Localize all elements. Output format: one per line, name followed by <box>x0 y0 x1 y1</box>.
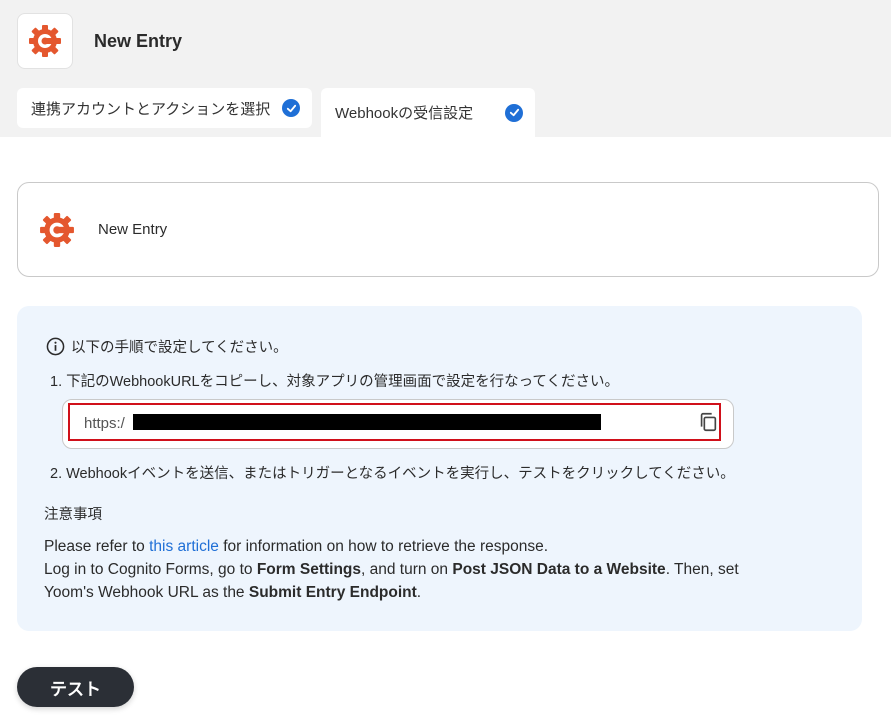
webhook-url-text[interactable]: https:/ <box>84 415 125 432</box>
test-button[interactable]: テスト <box>17 667 134 707</box>
step-2-text: 2. Webhookイベントを送信、またはトリガーとなるイベントを実行し、テスト… <box>50 466 735 482</box>
notes-text: . Then, set <box>665 561 739 578</box>
notes-title: 注意事項 <box>44 507 102 523</box>
notes-body: Please refer to this article for informa… <box>44 535 844 604</box>
trigger-title: New Entry <box>98 221 168 238</box>
tab-label: 連携アカウントとアクションを選択 <box>31 100 271 118</box>
notes-text: Please refer to <box>44 538 150 555</box>
notes-text: . <box>416 584 422 601</box>
top-bar: New Entry 連携アカウントとアクションを選択 Webhookの受信設定 <box>0 0 891 137</box>
instructions-panel: 以下の手順で設定してください。 1. 下記のWebhookURLをコピーし、対象… <box>17 306 862 631</box>
tab-select-account-action[interactable]: 連携アカウントとアクションを選択 <box>17 88 312 128</box>
check-circle-icon <box>505 103 523 122</box>
trigger-card: New Entry <box>17 182 879 277</box>
check-circle-icon <box>282 99 300 117</box>
cognito-forms-icon <box>29 25 61 57</box>
notes-line-2: Log in to Cognito Forms, go to Form Sett… <box>44 558 844 581</box>
notes-line-1: Please refer to this article for informa… <box>44 535 844 558</box>
webhook-url-field[interactable]: https:/ <box>62 399 734 449</box>
notes-text: for information on how to retrieve the r… <box>218 538 549 555</box>
app-logo-box <box>17 13 73 69</box>
post-json-text: Post JSON Data to a Website <box>452 561 666 578</box>
info-icon <box>46 337 65 356</box>
instructions-heading: 以下の手順で設定してください。 <box>46 336 288 357</box>
url-highlight-box: https:/ <box>68 403 721 441</box>
submit-entry-endpoint-text: Submit Entry Endpoint <box>248 584 417 601</box>
instructions-heading-text: 以下の手順で設定してください。 <box>71 340 288 356</box>
notes-line-3: Yoom's Webhook URL as the Submit Entry E… <box>44 581 844 604</box>
copy-icon[interactable] <box>697 411 719 438</box>
this-article-link[interactable]: this article <box>149 538 219 555</box>
redacted-url <box>133 414 601 430</box>
cognito-forms-icon <box>39 212 75 253</box>
form-settings-text: Form Settings <box>256 561 362 578</box>
tab-label: Webhookの受信設定 <box>335 105 474 122</box>
notes-text: Log in to Cognito Forms, go to <box>44 561 257 578</box>
page-title: New Entry <box>94 31 183 51</box>
step-1-text: 1. 下記のWebhookURLをコピーし、対象アプリの管理画面で設定を行なって… <box>50 374 619 390</box>
tab-webhook-settings[interactable]: Webhookの受信設定 <box>321 88 535 137</box>
notes-text: , and turn on <box>361 561 453 578</box>
notes-text: Yoom's Webhook URL as the <box>44 584 249 601</box>
